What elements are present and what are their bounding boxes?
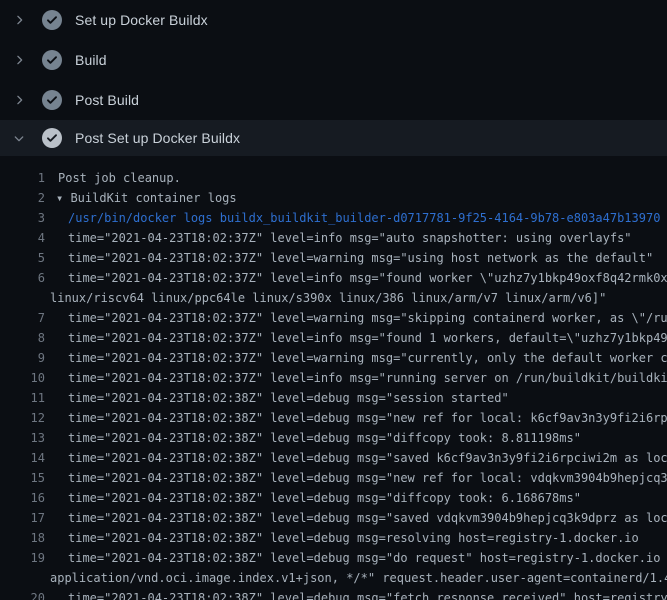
- log-line: 2 ▾ BuildKit container logs: [0, 188, 667, 208]
- section-title: Set up Docker Buildx: [75, 12, 208, 28]
- log-line-text: time="2021-04-23T18:02:37Z" level=warnin…: [45, 348, 667, 368]
- log-line: 16 time="2021-04-23T18:02:38Z" level=deb…: [0, 488, 667, 508]
- log-line: 12 time="2021-04-23T18:02:38Z" level=deb…: [0, 408, 667, 428]
- log-line-text: time="2021-04-23T18:02:38Z" level=debug …: [45, 448, 667, 468]
- section-header-set-up-docker-buildx[interactable]: Set up Docker Buildx: [0, 0, 667, 40]
- section-title: Post Set up Docker Buildx: [75, 130, 240, 146]
- log-line: 15 time="2021-04-23T18:02:38Z" level=deb…: [0, 468, 667, 488]
- log-line: 3 /usr/bin/docker logs buildx_buildkit_b…: [0, 208, 667, 228]
- log-line: linux/riscv64 linux/ppc64le linux/s390x …: [0, 288, 667, 308]
- log-line: 19 time="2021-04-23T18:02:38Z" level=deb…: [0, 548, 667, 568]
- log-line-text: time="2021-04-23T18:02:37Z" level=info m…: [45, 268, 667, 288]
- log-line: 5 time="2021-04-23T18:02:37Z" level=warn…: [0, 248, 667, 268]
- log-line-number[interactable]: 13: [0, 428, 45, 448]
- log-line-number[interactable]: 14: [0, 448, 45, 468]
- log-line: 1 Post job cleanup.: [0, 168, 667, 188]
- log-line-number[interactable]: 3: [0, 208, 45, 228]
- log-line: application/vnd.oci.image.index.v1+json,…: [0, 568, 667, 588]
- log-line-text: application/vnd.oci.image.index.v1+json,…: [45, 568, 667, 588]
- log-line: 11 time="2021-04-23T18:02:38Z" level=deb…: [0, 388, 667, 408]
- log-line: 17 time="2021-04-23T18:02:38Z" level=deb…: [0, 508, 667, 528]
- section-title: Post Build: [75, 92, 139, 108]
- log-line-number[interactable]: 9: [0, 348, 45, 368]
- section-header-post-set-up-docker-buildx[interactable]: Post Set up Docker Buildx: [0, 120, 667, 156]
- chevron-right-icon: [12, 93, 34, 107]
- log-line: 4 time="2021-04-23T18:02:37Z" level=info…: [0, 228, 667, 248]
- group-toggle-icon[interactable]: ▾: [56, 191, 70, 205]
- log-line-text: time="2021-04-23T18:02:37Z" level=warnin…: [45, 308, 667, 328]
- log-line-number: [0, 568, 45, 588]
- log-line: 6 time="2021-04-23T18:02:37Z" level=info…: [0, 268, 667, 288]
- log-line: 13 time="2021-04-23T18:02:38Z" level=deb…: [0, 428, 667, 448]
- log-line-number[interactable]: 6: [0, 268, 45, 288]
- log-line: 8 time="2021-04-23T18:02:37Z" level=info…: [0, 328, 667, 348]
- log-line-number[interactable]: 20: [0, 588, 45, 600]
- log-command-text: /usr/bin/docker logs buildx_buildkit_bui…: [45, 208, 660, 228]
- log-line-number[interactable]: 7: [0, 308, 45, 328]
- chevron-right-icon: [12, 53, 34, 67]
- log-line-text: time="2021-04-23T18:02:38Z" level=debug …: [45, 488, 581, 508]
- log-line-text: Post job cleanup.: [45, 168, 181, 188]
- workflow-log-viewer[interactable]: Set up Docker Buildx Build Post Build: [0, 0, 667, 600]
- log-line-text: time="2021-04-23T18:02:38Z" level=debug …: [45, 388, 509, 408]
- log-line-text: time="2021-04-23T18:02:38Z" level=debug …: [45, 548, 667, 568]
- log-line-number[interactable]: 15: [0, 468, 45, 488]
- check-circle-icon: [42, 90, 62, 110]
- log-line-number: [0, 288, 45, 308]
- log-group-title[interactable]: ▾ BuildKit container logs: [45, 188, 237, 208]
- log-line-text: time="2021-04-23T18:02:37Z" level=info m…: [45, 328, 667, 348]
- log-line-text: time="2021-04-23T18:02:38Z" level=debug …: [45, 468, 667, 488]
- log-line-number[interactable]: 18: [0, 528, 45, 548]
- step-log-area: 1 Post job cleanup. 2 ▾ BuildKit contain…: [0, 156, 667, 600]
- section-header-build[interactable]: Build: [0, 40, 667, 80]
- log-line-number[interactable]: 2: [0, 188, 45, 208]
- log-line-number[interactable]: 1: [0, 168, 45, 188]
- log-line-text: time="2021-04-23T18:02:38Z" level=debug …: [45, 528, 639, 548]
- log-line-number[interactable]: 8: [0, 328, 45, 348]
- log-line-number[interactable]: 12: [0, 408, 45, 428]
- step-list: Set up Docker Buildx Build Post Build: [0, 0, 667, 156]
- log-line-number[interactable]: 19: [0, 548, 45, 568]
- log-line: 20 time="2021-04-23T18:02:38Z" level=deb…: [0, 588, 667, 600]
- log-line-text: time="2021-04-23T18:02:38Z" level=debug …: [45, 508, 667, 528]
- log-line: 7 time="2021-04-23T18:02:37Z" level=warn…: [0, 308, 667, 328]
- log-line-text: time="2021-04-23T18:02:37Z" level=info m…: [45, 228, 632, 248]
- section-header-post-build[interactable]: Post Build: [0, 80, 667, 120]
- check-circle-icon: [42, 10, 62, 30]
- log-line: 18 time="2021-04-23T18:02:38Z" level=deb…: [0, 528, 667, 548]
- check-circle-icon: [42, 128, 62, 148]
- chevron-right-icon: [12, 13, 34, 27]
- log-line-text: time="2021-04-23T18:02:38Z" level=debug …: [45, 588, 667, 600]
- log-line-text: linux/riscv64 linux/ppc64le linux/s390x …: [45, 288, 606, 308]
- log-line-text: time="2021-04-23T18:02:37Z" level=warnin…: [45, 248, 653, 268]
- log-line-text: time="2021-04-23T18:02:37Z" level=info m…: [45, 368, 667, 388]
- log-line-number[interactable]: 16: [0, 488, 45, 508]
- log-line: 10 time="2021-04-23T18:02:37Z" level=inf…: [0, 368, 667, 388]
- chevron-down-icon: [12, 131, 34, 145]
- log-line-number[interactable]: 4: [0, 228, 45, 248]
- check-circle-icon: [42, 50, 62, 70]
- log-line: 14 time="2021-04-23T18:02:38Z" level=deb…: [0, 448, 667, 468]
- section-title: Build: [75, 52, 107, 68]
- log-line-number[interactable]: 5: [0, 248, 45, 268]
- log-line-text: time="2021-04-23T18:02:38Z" level=debug …: [45, 408, 667, 428]
- log-line-number[interactable]: 10: [0, 368, 45, 388]
- log-line-number[interactable]: 17: [0, 508, 45, 528]
- log-line-text: time="2021-04-23T18:02:38Z" level=debug …: [45, 428, 581, 448]
- log-line: 9 time="2021-04-23T18:02:37Z" level=warn…: [0, 348, 667, 368]
- log-line-number[interactable]: 11: [0, 388, 45, 408]
